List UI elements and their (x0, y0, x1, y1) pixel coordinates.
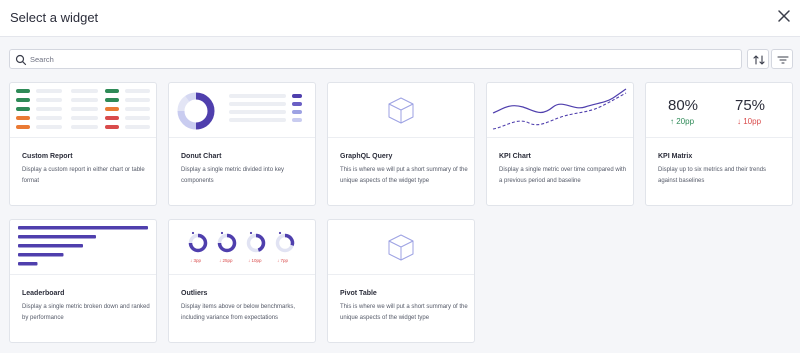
donut-segment (195, 92, 215, 130)
widget-title: Leaderboard (22, 290, 65, 297)
leaderboard-bar (18, 244, 83, 248)
donut-segment (185, 92, 197, 102)
kpi-matrix-preview: 80% ↑ 20pp 75% ↓ 10pp (646, 83, 792, 138)
widget-title: Custom Report (22, 153, 73, 160)
kpi-value: 75% (735, 97, 766, 114)
donut-chart-preview (169, 83, 315, 138)
search-icon (15, 53, 27, 66)
outlier-marker (249, 231, 253, 235)
widget-title: GraphQL Query (340, 153, 393, 160)
leaderboard-bar (18, 235, 96, 239)
close-icon[interactable] (776, 8, 792, 24)
cube-icon (328, 234, 474, 279)
outlier-marker (220, 231, 224, 235)
widget-card-donut-chart[interactable]: Donut Chart Display a single metric divi… (168, 82, 316, 206)
donut-segment (177, 110, 197, 130)
widget-description: This is where we will put a short summar… (340, 304, 468, 321)
outlier-delta: ↓ 25pp (219, 258, 233, 263)
outlier-marker (191, 231, 195, 235)
cube-icon (328, 97, 474, 142)
kpi-delta-up: ↑ 20pp (670, 117, 695, 126)
outlier-ring (284, 233, 295, 246)
widget-description: This is where we will put a short summar… (340, 167, 468, 184)
widget-title: Donut Chart (181, 153, 222, 160)
outlier-ring (255, 233, 266, 252)
outliers-preview: ↓ 3pp ↓ 25pp ↓ 10pp ↓ 7pp (169, 220, 315, 275)
widget-title: Pivot Table (340, 290, 377, 297)
leaderboard-bar (18, 226, 148, 230)
graphql-query-preview (328, 83, 474, 138)
widget-title: KPI Matrix (658, 153, 693, 160)
widget-title: Outliers (181, 290, 208, 297)
donut-segment (177, 96, 190, 112)
leaderboard-bar (18, 253, 64, 257)
pivot-table-preview (328, 220, 474, 275)
search-input[interactable] (30, 51, 730, 67)
modal-header: Select a widget (0, 0, 800, 37)
kpi-value: 80% (668, 97, 699, 114)
widget-description: Display up to six metrics and their tren… (658, 167, 767, 184)
widget-description: Display items above or below benchmarks,… (181, 304, 296, 321)
outlier-delta: ↓ 10pp (248, 258, 262, 263)
widget-description: Display a single metric over time compar… (499, 167, 627, 184)
widget-card-leaderboard[interactable]: Leaderboard Display a single metric brok… (9, 219, 157, 343)
widget-card-outliers[interactable]: ↓ 3pp ↓ 25pp ↓ 10pp ↓ 7pp Outliers Displ… (168, 219, 316, 343)
modal-title: Select a widget (10, 10, 99, 25)
filter-button[interactable] (771, 49, 793, 69)
widget-title: KPI Chart (499, 153, 531, 160)
widget-card-kpi-chart[interactable]: KPI Chart Display a single metric over t… (486, 82, 634, 206)
widget-card-custom-report[interactable]: Custom Report Display a custom report in… (9, 82, 157, 206)
widget-card-graphql-query[interactable]: GraphQL Query This is where we will put … (327, 82, 475, 206)
leaderboard-bar (18, 262, 38, 266)
kpi-chart-preview (487, 83, 633, 138)
custom-report-preview (10, 83, 156, 138)
widget-description: Display a custom report in either chart … (22, 167, 145, 184)
kpi-delta-down: ↓ 10pp (737, 117, 762, 126)
widget-description: Display a single metric broken down and … (22, 304, 150, 321)
outlier-marker (278, 231, 282, 235)
widget-card-kpi-matrix[interactable]: 80% ↑ 20pp 75% ↓ 10pp KPI Matrix Display… (645, 82, 793, 206)
leaderboard-preview (10, 220, 156, 275)
widget-description: Display a single metric divided into key… (181, 167, 285, 184)
outlier-delta: ↓ 7pp (277, 258, 289, 263)
search-box[interactable] (9, 49, 742, 69)
sort-button[interactable] (747, 49, 769, 69)
widget-card-pivot-table[interactable]: Pivot Table This is where we will put a … (327, 219, 475, 343)
outlier-delta: ↓ 3pp (190, 258, 202, 263)
